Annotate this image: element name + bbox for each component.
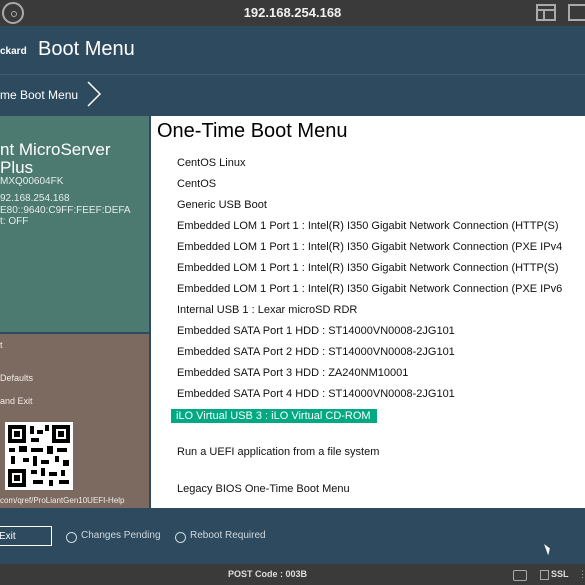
boot-menu-heading: One-Time Boot Menu	[157, 120, 348, 142]
sidebar-link-load-defaults[interactable]: Defaults	[0, 373, 33, 383]
breadcrumb: me Boot Menu	[0, 74, 585, 117]
remote-console-topbar: 192.168.254.168	[0, 0, 585, 26]
page-title: Boot Menu	[38, 38, 135, 60]
boot-option-internal-usb[interactable]: Internal USB 1 : Lexar microSD RDR	[177, 304, 357, 316]
legacy-bios-boot-menu-option[interactable]: Legacy BIOS One-Time Boot Menu	[177, 483, 350, 495]
server-name: nt MicroServer	[0, 140, 111, 159]
footer-bar: Exit Changes Pending Reboot Required	[0, 508, 585, 564]
reboot-required-indicator-icon	[175, 532, 186, 543]
server-name-suffix: Plus	[0, 158, 34, 177]
boot-option-centos-linux[interactable]: CentOS Linux	[177, 157, 245, 169]
changes-pending-label: Changes Pending	[81, 530, 161, 541]
exit-button[interactable]: Exit	[0, 526, 52, 546]
boot-option-sata-port-4[interactable]: Embedded SATA Port 4 HDD : ST14000VN0008…	[177, 388, 455, 400]
breadcrumb-item-boot-menu[interactable]: me Boot Menu	[0, 88, 78, 102]
console-ip-address: 192.168.254.168	[243, 5, 342, 20]
help-qr-code	[5, 422, 73, 490]
app-header: ckard Boot Menu	[0, 26, 585, 74]
boot-option-sata-port-3[interactable]: Embedded SATA Port 3 HDD : ZA240NM10001	[177, 367, 408, 379]
boot-option-centos[interactable]: CentOS	[177, 178, 216, 190]
more-icon[interactable]: ⋮	[578, 569, 585, 580]
boot-option-generic-usb[interactable]: Generic USB Boot	[177, 199, 267, 211]
boot-option-sata-port-1[interactable]: Embedded SATA Port 1 HDD : ST14000VN0008…	[177, 325, 455, 337]
server-info-panel: nt MicroServer Plus MXQ00604FK 92.168.25…	[0, 116, 149, 332]
changes-pending-indicator-icon	[66, 532, 77, 543]
chevron-right-icon	[87, 81, 102, 107]
server-power-status: t: OFF	[0, 216, 29, 227]
camera-icon[interactable]	[513, 570, 527, 581]
reboot-required-label: Reboot Required	[190, 530, 266, 541]
server-serial: MXQ00604FK	[0, 176, 64, 187]
boot-option-lom-pxe-ipv6[interactable]: Embedded LOM 1 Port 1 : Intel(R) I350 Gi…	[177, 283, 562, 295]
lock-icon	[540, 570, 549, 580]
window-icon[interactable]	[536, 4, 556, 21]
mouse-pointer-icon	[544, 542, 552, 556]
sidebar-actions-panel: t Defaults and Exit com/qref/ProLiantGen…	[0, 334, 149, 508]
brand-logo-text: ckard	[0, 46, 27, 57]
boot-option-ilo-virtual-cdrom[interactable]: iLO Virtual USB 3 : iLO Virtual CD-ROM	[171, 409, 377, 423]
post-code: POST Code : 003B	[227, 569, 308, 579]
boot-option-lom-http-ipv4[interactable]: Embedded LOM 1 Port 1 : Intel(R) I350 Gi…	[177, 220, 559, 232]
server-ip: 92.168.254.168	[0, 193, 70, 204]
fullscreen-icon[interactable]	[568, 4, 585, 21]
server-ipv6: E80::9640:C9FF:FEEF:DEFA	[0, 205, 131, 216]
ssl-indicator: SSL	[551, 569, 569, 579]
sidebar-link-exit[interactable]: t	[0, 340, 3, 350]
boot-option-sata-port-2[interactable]: Embedded SATA Port 2 HDD : ST14000VN0008…	[177, 346, 455, 358]
help-url[interactable]: com/qref/ProLiantGen10UEFI-Help	[0, 496, 125, 505]
boot-option-lom-pxe-ipv4[interactable]: Embedded LOM 1 Port 1 : Intel(R) I350 Gi…	[177, 241, 562, 253]
sidebar-link-save-and-exit[interactable]: and Exit	[0, 396, 33, 406]
boot-option-lom-http-ipv6[interactable]: Embedded LOM 1 Port 1 : Intel(R) I350 Gi…	[177, 262, 559, 274]
console-status-bar: POST Code : 003B SSL ⋮	[0, 564, 585, 585]
run-uefi-application-option[interactable]: Run a UEFI application from a file syste…	[177, 446, 379, 458]
boot-menu-panel: One-Time Boot Menu CentOS Linux CentOS G…	[151, 116, 585, 508]
